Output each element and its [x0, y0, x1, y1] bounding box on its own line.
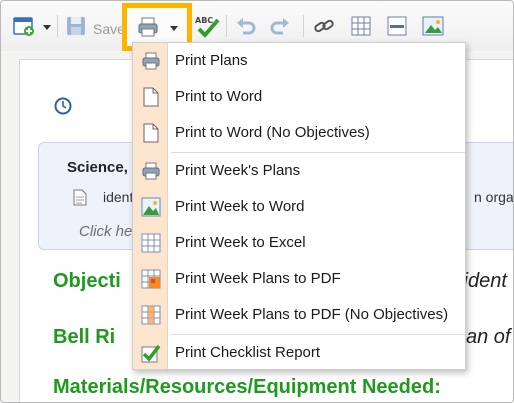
menu-item-label: Print Plans — [175, 52, 248, 69]
save-button[interactable] — [65, 14, 87, 38]
pdf-calendar-icon — [141, 269, 161, 289]
insert-link-button[interactable] — [313, 14, 335, 38]
objectives-heading: Objecti — [53, 270, 121, 292]
toolbar-divider — [57, 15, 58, 37]
table-icon — [351, 16, 371, 36]
undo-button[interactable] — [235, 14, 257, 38]
bell-ringer-text-right: an of — [466, 326, 511, 348]
redo-icon — [270, 18, 289, 35]
new-window-icon — [13, 17, 34, 36]
undo-icon — [237, 18, 256, 35]
menu-item-print-to-word-no-objectives[interactable]: Print to Word (No Objectives) — [133, 115, 465, 151]
menu-item-print-week-plans-to-pdf-no-objectives[interactable]: Print Week Plans to PDF (No Objectives) — [133, 297, 465, 333]
document-icon — [73, 189, 87, 206]
menu-item-label: Print Checklist Report — [175, 344, 321, 361]
horizontal-rule-icon — [387, 16, 407, 36]
svg-text:ABC: ABC — [195, 16, 213, 25]
save-label: Save — [93, 21, 125, 37]
menu-item-print-plans[interactable]: Print Plans — [133, 43, 465, 79]
materials-heading: Materials/Resources/Equipment Needed: — [53, 376, 441, 398]
menu-item-label: Print Week Plans to PDF (No Objectives) — [175, 306, 449, 323]
menu-item-print-week-to-excel[interactable]: Print Week to Excel — [133, 225, 465, 261]
spell-check-button[interactable]: ABC — [194, 14, 222, 38]
chevron-down-icon — [170, 26, 178, 31]
printer-icon — [142, 162, 160, 180]
print-dropdown-menu: Print Plans Print to Word Print to Word … — [132, 42, 466, 370]
menu-item-label: Print Week to Word — [175, 198, 305, 215]
menu-item-label: Print to Word — [175, 88, 263, 105]
link-icon — [314, 19, 334, 33]
menu-item-label: Print Week to Excel — [175, 234, 306, 251]
bell-ringer-heading: Bell Ri — [53, 326, 116, 348]
toolbar-divider — [303, 15, 304, 37]
printer-icon — [142, 52, 160, 70]
horizontal-rule-button[interactable] — [387, 14, 407, 38]
redo-button[interactable] — [269, 14, 291, 38]
checkbox-icon — [141, 344, 161, 363]
floppy-disk-icon — [67, 17, 85, 35]
grid-icon — [141, 233, 161, 253]
toolbar-divider — [226, 15, 227, 37]
pdf-calendar-icon — [141, 305, 161, 325]
image-icon — [422, 16, 444, 36]
menu-item-print-to-word[interactable]: Print to Word — [133, 79, 465, 115]
insert-image-button[interactable] — [422, 14, 444, 38]
insert-table-button[interactable] — [351, 14, 371, 38]
menu-item-label: Print Week Plans to PDF — [175, 270, 341, 287]
menu-item-label: Print Week's Plans — [175, 162, 301, 179]
blank-document-icon — [143, 123, 159, 143]
printer-icon — [138, 17, 158, 37]
standard-text-right: n orga — [474, 189, 514, 205]
chevron-down-icon[interactable] — [43, 25, 51, 30]
new-window-button[interactable] — [13, 14, 35, 38]
app-window: Save ABC Science, G identify n orga Clic… — [0, 0, 514, 403]
menu-item-print-checklist-report[interactable]: Print Checklist Report — [133, 335, 465, 371]
spell-check-icon: ABC — [195, 16, 220, 38]
menu-item-print-week-to-word[interactable]: Print Week to Word — [133, 189, 465, 225]
menu-item-print-weeks-plans[interactable]: Print Week's Plans — [133, 153, 465, 189]
menu-item-print-week-plans-to-pdf[interactable]: Print Week Plans to PDF — [133, 261, 465, 297]
blank-document-icon — [143, 87, 159, 107]
menu-item-label: Print to Word (No Objectives) — [175, 124, 370, 141]
clock-icon[interactable] — [54, 97, 72, 115]
image-document-icon — [141, 197, 161, 217]
